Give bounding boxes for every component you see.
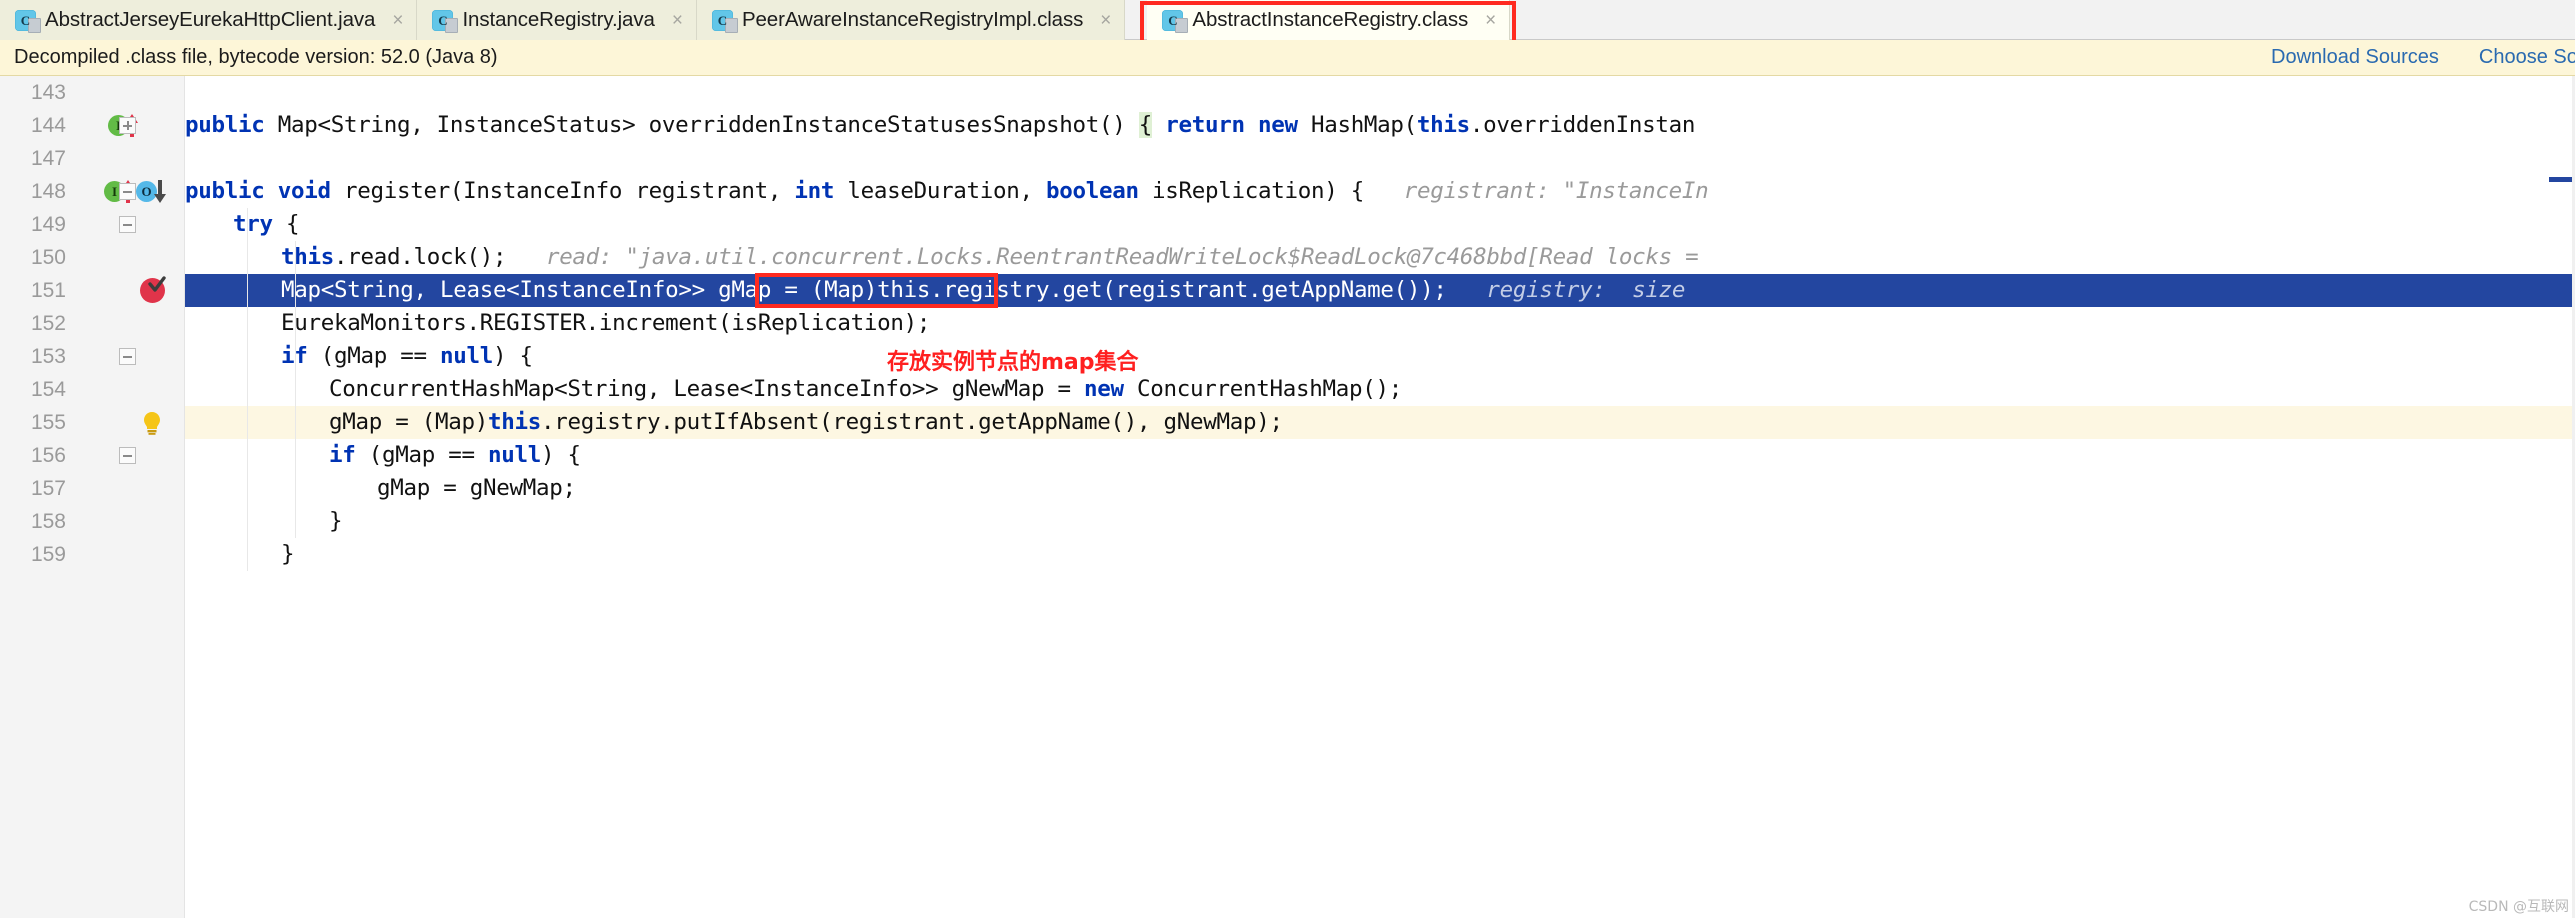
- notification-message: Decompiled .class file, bytecode version…: [14, 46, 498, 68]
- code-line-157[interactable]: gMap = gNewMap;: [185, 472, 2575, 505]
- code-line-152[interactable]: EurekaMonitors.REGISTER.increment(isRepl…: [185, 307, 2575, 340]
- code-line-159[interactable]: }: [185, 538, 2575, 571]
- gutter-row: 157: [0, 472, 184, 505]
- editor-tab-abstractinstanceregistry[interactable]: AbstractInstanceRegistry.class ×: [1140, 0, 1517, 45]
- annotation-text-registry-note: 存放实例节点的map集合: [887, 350, 1139, 375]
- download-sources-link[interactable]: Download Sources: [2271, 46, 2439, 69]
- code-line-158[interactable]: }: [185, 505, 2575, 538]
- code-text: ConcurrentHashMap<String, Lease<Instance…: [329, 376, 1402, 402]
- java-class-icon: [432, 9, 459, 33]
- code-line-150[interactable]: this.read.lock(); read: "java.util.concu…: [185, 241, 2575, 274]
- notification-actions: Download Sources Choose Sou: [2271, 46, 2575, 69]
- code-line-156[interactable]: if (gMap == null) {: [185, 439, 2575, 472]
- tab-label: AbstractJerseyEurekaHttpClient.java: [45, 8, 376, 31]
- code-text: public Map<String, InstanceStatus> overr…: [185, 112, 1696, 138]
- tab-label: InstanceRegistry.java: [462, 8, 655, 31]
- editor-tab-peerawareinstanceregistryimpl[interactable]: PeerAwareInstanceRegistryImpl.class ×: [696, 0, 1126, 40]
- code-text: public void register(InstanceInfo regist…: [185, 178, 1709, 204]
- decompiled-file-notification: Decompiled .class file, bytecode version…: [0, 40, 2575, 76]
- line-number: 152: [30, 312, 66, 335]
- fold-collapse-icon[interactable]: [119, 216, 136, 233]
- java-class-icon: [1162, 9, 1189, 33]
- editor-tab-instanceregistry[interactable]: InstanceRegistry.java ×: [417, 0, 697, 40]
- line-number: 159: [30, 543, 66, 566]
- gutter-row: 155: [0, 406, 184, 439]
- code-line-143[interactable]: [185, 76, 2575, 109]
- breakpoint-icon[interactable]: [140, 276, 166, 303]
- java-class-icon: [15, 9, 41, 33]
- editor-tab-abstractjerseyeurekahttpclient[interactable]: AbstractJerseyEurekaHttpClient.java ×: [0, 0, 418, 40]
- close-icon[interactable]: ×: [392, 11, 403, 30]
- code-text: gMap = (Map)this.registry.putIfAbsent(re…: [329, 409, 1283, 435]
- code-line-153[interactable]: if (gMap == null) {: [185, 340, 2575, 373]
- gutter-row: 153: [0, 340, 184, 373]
- close-icon[interactable]: ×: [1485, 11, 1496, 30]
- line-number: 144: [30, 114, 66, 137]
- gutter-row: 151: [0, 274, 184, 307]
- code-line-148[interactable]: public void register(InstanceInfo regist…: [185, 175, 2575, 208]
- csdn-watermark: CSDN @互联网: [2468, 899, 2569, 915]
- fold-collapse-icon[interactable]: [119, 183, 136, 200]
- gutter-row: 152: [0, 307, 184, 340]
- line-number: 156: [30, 444, 66, 467]
- line-number: 147: [30, 147, 66, 170]
- java-class-icon: [711, 9, 738, 33]
- tab-label: PeerAwareInstanceRegistryImpl.class: [741, 8, 1084, 31]
- code-text-area[interactable]: public Map<String, InstanceStatus> overr…: [185, 76, 2575, 918]
- code-line-147[interactable]: [185, 142, 2575, 175]
- close-icon[interactable]: ×: [672, 11, 683, 30]
- code-text: EurekaMonitors.REGISTER.increment(isRepl…: [281, 310, 931, 336]
- line-number: 158: [30, 510, 66, 533]
- line-number: 150: [30, 246, 66, 269]
- code-line-151[interactable]: Map<String, Lease<InstanceInfo>> gMap = …: [185, 274, 2575, 307]
- code-line-149[interactable]: try {: [185, 208, 2575, 241]
- code-text: }: [329, 508, 343, 534]
- code-line-155[interactable]: gMap = (Map)this.registry.putIfAbsent(re…: [185, 406, 2575, 439]
- code-text: Map<String, Lease<InstanceInfo>> gMap = …: [281, 277, 1686, 303]
- gutter-row: 149: [0, 208, 184, 241]
- code-text: try {: [233, 211, 300, 237]
- code-text: this.read.lock(); read: "java.util.concu…: [281, 244, 1699, 270]
- choose-sources-link[interactable]: Choose Sou: [2479, 46, 2575, 69]
- line-number: 154: [30, 378, 66, 401]
- line-number: 143: [30, 81, 66, 104]
- gutter-row: 147: [0, 142, 184, 175]
- code-text: if (gMap == null) {: [281, 343, 533, 369]
- tab-label: AbstractInstanceRegistry.class: [1192, 8, 1469, 31]
- gutter-row: 154: [0, 373, 184, 406]
- gutter-row: 150: [0, 241, 184, 274]
- line-number: 148: [30, 180, 66, 203]
- code-line-144[interactable]: public Map<String, InstanceStatus> overr…: [185, 109, 2575, 142]
- code-line-154[interactable]: ConcurrentHashMap<String, Lease<Instance…: [185, 373, 2575, 406]
- ide-editor-window: AbstractJerseyEurekaHttpClient.java × In…: [0, 0, 2575, 918]
- editor-gutter[interactable]: 143 144 147 148: [0, 76, 185, 918]
- code-editor[interactable]: 143 144 147 148: [0, 76, 2575, 918]
- code-text: gMap = gNewMap;: [377, 475, 576, 501]
- intention-bulb-icon[interactable]: [141, 411, 163, 435]
- line-number: 151: [30, 279, 66, 302]
- gutter-row: 144: [0, 109, 184, 142]
- gutter-row: 156: [0, 439, 184, 472]
- gutter-row: 148: [0, 175, 184, 208]
- line-number: 157: [30, 477, 66, 500]
- gutter-row: 143: [0, 76, 184, 109]
- line-number: 155: [30, 411, 66, 434]
- gutter-row: 158: [0, 505, 184, 538]
- gutter-row: 159: [0, 538, 184, 571]
- code-text: if (gMap == null) {: [329, 442, 581, 468]
- editor-tab-bar: AbstractJerseyEurekaHttpClient.java × In…: [0, 0, 2575, 45]
- line-number: 153: [30, 345, 66, 368]
- fold-expand-icon[interactable]: [119, 117, 136, 134]
- line-number: 149: [30, 213, 66, 236]
- fold-collapse-icon[interactable]: [119, 447, 136, 464]
- fold-collapse-icon[interactable]: [119, 348, 136, 365]
- close-icon[interactable]: ×: [1100, 11, 1111, 30]
- arrow-down-icon: [152, 179, 168, 204]
- code-text: }: [281, 541, 295, 567]
